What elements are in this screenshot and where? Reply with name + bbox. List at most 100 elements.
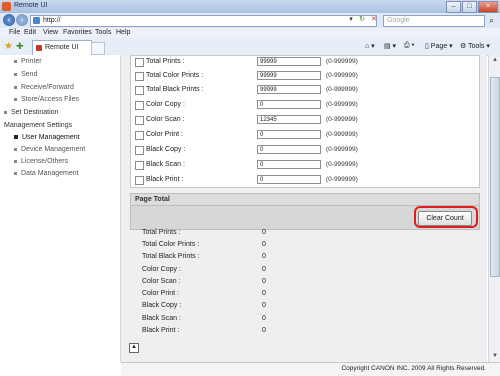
sidebar-item-printer[interactable]: Printer [14,58,42,65]
total-label: Black Print : [142,327,180,334]
menu-view[interactable]: View [43,29,58,36]
total-value: 0 [262,241,266,248]
back-to-top-icon[interactable]: ▲ [129,343,139,353]
limit-row: Color Copy : 0 (0-999999) [131,99,479,113]
back-button[interactable]: ‹ [3,14,15,26]
total-color-prints-limit-input[interactable]: 99999 [257,71,321,80]
sidebar-item-device-management[interactable]: Device Management [14,146,85,153]
color-scan-limit-input[interactable]: 12345 [257,115,321,124]
copyright-text: Copyright CANON INC. 2009 All Rights Res… [341,365,486,372]
total-color-prints-checkbox[interactable] [135,72,144,81]
bullet-icon [14,85,17,89]
sidebar-item-send[interactable]: Send [14,71,37,78]
add-favorites-icon[interactable]: ✚ [16,41,24,52]
black-scan-checkbox[interactable] [135,161,144,170]
favorites-star-icon[interactable]: ★ [4,41,13,52]
address-dropdown-icon[interactable]: ▾ [346,15,356,25]
close-button[interactable]: × [478,1,498,13]
scroll-down-arrow-icon[interactable]: ▼ [490,352,500,361]
address-input[interactable]: http:// [30,15,377,27]
limit-label: Black Print : [146,176,184,183]
page-total-row: Color Scan : 0 [130,276,478,288]
total-black-prints-checkbox[interactable] [135,86,144,95]
color-scan-checkbox[interactable] [135,116,144,125]
page-menu-label: Page [430,43,448,50]
address-bar-row: ‹ › http:// ▾ ↻ ✕ Google ⌕ [0,13,500,28]
scroll-up-arrow-icon[interactable]: ▲ [490,56,500,65]
sidebar-item-set-destination[interactable]: Set Destination [4,109,58,116]
menu-tools[interactable]: Tools [95,29,111,36]
sidebar-item-receive-forward[interactable]: Receive/Forward [14,84,74,91]
tab-bar: ★ ✚ Remote UI ⌂ ▾ ▤ ▾ ⎙ ▾ ▯ Page ▾ ⚙ Too… [0,38,500,56]
limit-row: Total Black Prints : 99999 (0-999999) [131,84,479,98]
black-print-checkbox[interactable] [135,176,144,185]
limit-range: (0-999999) [326,58,358,65]
color-print-checkbox[interactable] [135,131,144,140]
tools-menu-label: Tools [468,43,485,50]
tools-menu[interactable]: ⚙ Tools ▾ [460,42,490,50]
total-label: Color Scan : [142,278,181,285]
menu-edit[interactable]: Edit [24,29,36,36]
limit-label: Black Copy : [146,146,186,153]
sidebar: Printer Send Receive/Forward Store/Acces… [0,55,121,362]
sidebar-item-user-management[interactable]: User Management [14,134,80,141]
scrollbar-thumb[interactable] [490,77,500,277]
sidebar-item-store-access-files[interactable]: Store/Access Files [14,96,79,103]
home-icon[interactable]: ⌂ ▾ [365,42,375,50]
limit-label: Color Print : [146,131,183,138]
page-footer: Copyright CANON INC. 2009 All Rights Res… [121,362,500,376]
new-tab-button[interactable] [91,42,105,55]
limit-row: Color Print : 0 (0-999999) [131,129,479,143]
black-scan-limit-input[interactable]: 0 [257,160,321,169]
limit-row: Color Scan : 12345 (0-999999) [131,114,479,128]
sidebar-item-data-management[interactable]: Data Management [14,170,79,177]
total-value: 0 [262,290,266,297]
limit-range: (0-999999) [326,161,358,168]
total-value: 0 [262,302,266,309]
total-label: Black Scan : [142,315,181,322]
bullet-icon [14,159,17,163]
limit-range: (0-999999) [326,131,358,138]
total-black-prints-limit-input[interactable]: 99999 [257,85,321,94]
menu-favorites[interactable]: Favorites [63,29,92,36]
menu-file[interactable]: File [9,29,20,36]
search-placeholder: Google [387,17,410,24]
black-copy-checkbox[interactable] [135,146,144,155]
total-label: Color Print : [142,290,179,297]
refresh-icon[interactable]: ↻ [357,15,367,25]
minimize-button[interactable]: – [446,1,461,13]
menu-help[interactable]: Help [116,29,130,36]
tab-remote-ui[interactable]: Remote UI [32,40,92,55]
sidebar-item-license-others[interactable]: License/Others [14,158,68,165]
bullet-icon [14,171,17,175]
color-copy-limit-input[interactable]: 0 [257,100,321,109]
color-copy-checkbox[interactable] [135,101,144,110]
page-total-row: Total Black Prints : 0 [130,251,478,263]
color-print-limit-input[interactable]: 0 [257,130,321,139]
forward-button[interactable]: › [16,14,28,26]
total-prints-limit-input[interactable]: 99999 [257,57,321,66]
total-value: 0 [262,253,266,260]
page-icon [33,17,40,24]
bullet-icon [14,72,17,76]
limit-range: (0-999999) [326,116,358,123]
search-input[interactable]: Google [383,15,485,27]
limit-label: Color Scan : [146,116,185,123]
page-total-row: Color Copy : 0 [130,264,478,276]
window-controls: – □ × [446,1,498,13]
stop-icon[interactable]: ✕ [369,15,379,25]
page-total-title: Page Total [135,196,170,203]
total-label: Total Black Prints : [142,253,200,260]
vertical-scrollbar[interactable]: ▲ ▼ [488,55,500,362]
tab-label: Remote UI [45,44,79,51]
window-titlebar: Remote UI – □ × [0,0,500,14]
black-copy-limit-input[interactable]: 0 [257,145,321,154]
maximize-button[interactable]: □ [462,1,477,13]
black-print-limit-input[interactable]: 0 [257,175,321,184]
page-menu[interactable]: ▯ Page ▾ [425,42,453,50]
total-label: Color Copy : [142,266,181,273]
feeds-icon[interactable]: ▤ ▾ [384,42,396,50]
search-icon[interactable]: ⌕ [486,15,497,26]
total-prints-checkbox[interactable] [135,58,144,67]
print-icon[interactable]: ⎙ ▾ [404,42,415,50]
